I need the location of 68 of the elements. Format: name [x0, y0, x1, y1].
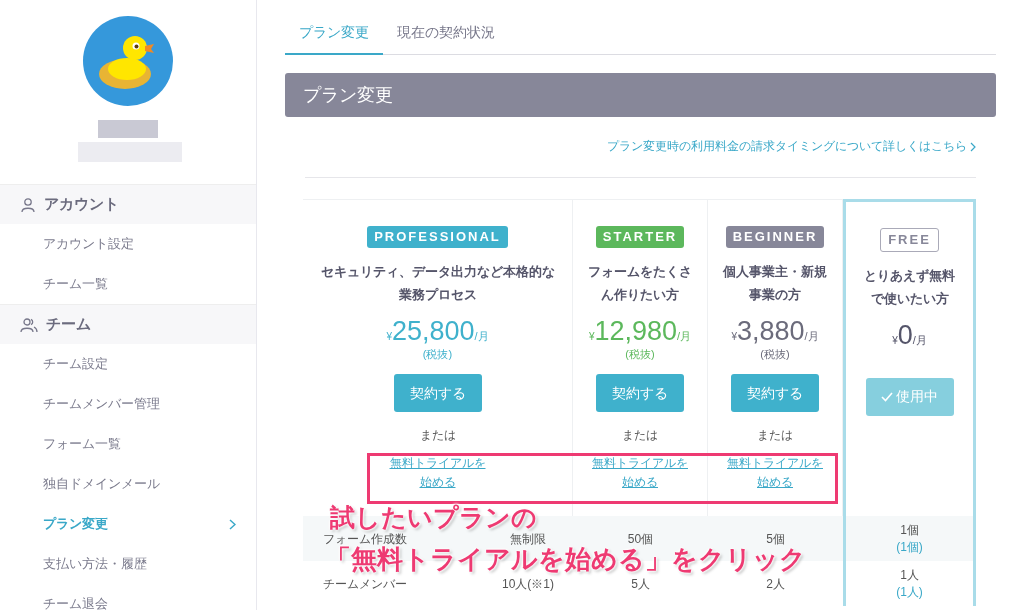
sidebar-item[interactable]: 支払い方法・履歴: [0, 544, 256, 584]
currency-symbol: ¥: [892, 334, 898, 348]
trial-link[interactable]: 無料トライアルを始める: [387, 454, 488, 492]
people-icon: [20, 316, 38, 333]
current-plan-button[interactable]: 使用中: [865, 377, 954, 416]
person-icon: [20, 196, 36, 213]
table-cell-text: 10人(※1): [501, 575, 555, 593]
price-unit: /月: [677, 329, 692, 342]
annotation-text: 「無料トライアルを始める」をクリック: [325, 546, 806, 573]
plan-description: 個人事業主・新規事業の方: [721, 262, 828, 304]
subscribe-button[interactable]: 契約する: [393, 374, 482, 412]
section-title: チーム: [46, 314, 91, 335]
sidebar-item[interactable]: フォーム一覧: [0, 424, 256, 464]
subscribe-button[interactable]: 契約する: [731, 374, 819, 412]
price-amount: 12,980: [594, 315, 678, 346]
table-cell: 1人: [900, 566, 919, 584]
section-title: アカウント: [44, 194, 119, 215]
subscribe-button[interactable]: 契約する: [596, 374, 684, 412]
trial-link[interactable]: 無料トライアルを始める: [725, 454, 825, 492]
plan-description: セキュリティ、データ出力など本格的な業務プロセス: [319, 262, 556, 304]
price-unit: /月: [804, 329, 819, 342]
sidebar-item[interactable]: プラン変更: [0, 504, 256, 544]
currency-symbol: ¥: [731, 330, 737, 342]
table-cell: (1個): [896, 538, 923, 556]
tab[interactable]: プラン変更: [285, 18, 383, 55]
chevron-right-icon: [970, 141, 976, 152]
tab[interactable]: 現在の契約状況: [383, 18, 509, 55]
section-header: プラン変更: [285, 73, 996, 117]
plan-badge: STARTER: [595, 226, 685, 248]
tax-note: (税抜): [760, 346, 790, 362]
sidebar-item[interactable]: チームメンバー管理: [0, 384, 256, 424]
price-amount: 0: [897, 319, 913, 350]
table-cell-text: 5個: [765, 530, 786, 548]
sidebar-item[interactable]: チーム退会: [0, 584, 256, 610]
table-cell-text: 5人: [630, 575, 651, 593]
feature-label: チームメンバー: [322, 575, 408, 593]
trial-link[interactable]: 無料トライアルを始める: [590, 454, 690, 492]
check-icon: [881, 391, 893, 402]
tax-note: (税抜): [422, 346, 453, 362]
table-cell-text: 50個: [626, 530, 655, 548]
sidebar-item[interactable]: アカウント設定: [0, 224, 256, 264]
price-amount: 25,800: [391, 315, 475, 346]
feature-label: フォーム作成数: [322, 530, 408, 546]
table-cell-text: 2人: [765, 575, 786, 593]
or-text: または: [757, 427, 793, 444]
plan-badge: FREE: [880, 228, 939, 252]
info-link[interactable]: プラン変更時の利用料金の請求タイミングについて詳しくはこちら: [606, 137, 976, 155]
table-cell: (1人): [896, 583, 923, 601]
price-unit: /月: [474, 329, 489, 342]
sidebar-item[interactable]: 独自ドメインメール: [0, 464, 256, 504]
table-cell-text: 無制限: [509, 530, 547, 548]
plan-description: フォームをたくさん作りたい方: [587, 262, 693, 304]
tax-note: (税抜): [625, 346, 655, 362]
currency-symbol: ¥: [386, 330, 392, 342]
table-cell: 1個: [900, 521, 919, 539]
currency-symbol: ¥: [588, 330, 595, 342]
plan-description: とりあえず無料で使いたい方: [863, 266, 956, 308]
plan-badge: PROFESSIONAL: [367, 226, 508, 248]
avatar-icon: [83, 16, 173, 106]
price-amount: 3,880: [736, 315, 805, 346]
sidebar-item[interactable]: チーム設定: [0, 344, 256, 384]
or-text: または: [419, 427, 456, 444]
price-unit: /月: [912, 333, 927, 348]
plan-badge: BEGINNER: [725, 226, 825, 248]
annotation-text: 試したいプランの: [330, 504, 537, 531]
sidebar-item[interactable]: チーム一覧: [0, 264, 256, 304]
or-text: または: [622, 427, 658, 444]
chevron-right-icon: [229, 518, 236, 530]
